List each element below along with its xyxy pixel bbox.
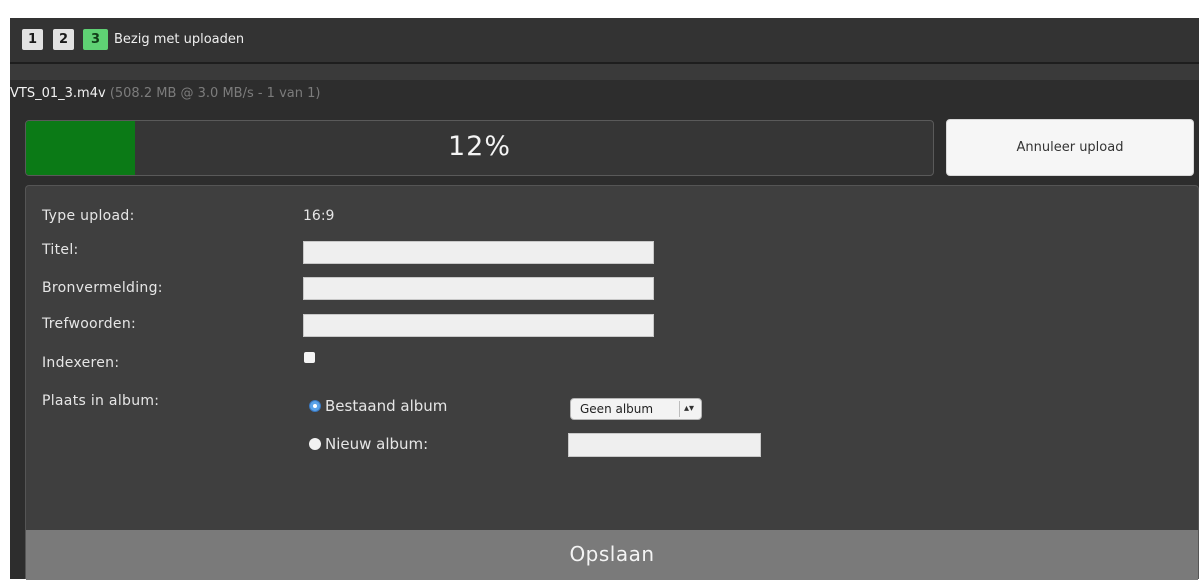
index-label: Indexeren: xyxy=(42,355,120,371)
album-label: Plaats in album: xyxy=(42,393,160,409)
new-album-option-label: Nieuw album: xyxy=(325,435,429,453)
title-input[interactable] xyxy=(303,241,654,264)
cancel-upload-button[interactable]: Annuleer upload xyxy=(946,119,1194,176)
step-indicator-bar: 1 2 3 Bezig met uploaden xyxy=(10,18,1199,64)
title-label: Titel: xyxy=(42,242,79,258)
album-select-value: Geen album xyxy=(580,402,654,416)
new-album-input[interactable] xyxy=(568,433,761,457)
updown-arrows-icon: ▴▾ xyxy=(684,403,695,414)
upload-details-form: Type upload: 16:9 Titel: Bronvermelding:… xyxy=(25,185,1199,580)
step-3-badge-active: 3 xyxy=(83,29,108,50)
upload-type-label: Type upload: xyxy=(42,208,135,224)
keywords-input[interactable] xyxy=(303,314,654,337)
upload-window: 1 2 3 Bezig met uploaden VTS_01_3.m4v (5… xyxy=(10,18,1199,580)
step-2-badge: 2 xyxy=(53,29,74,50)
source-label: Bronvermelding: xyxy=(42,280,163,296)
step-1-badge: 1 xyxy=(22,29,43,50)
save-button[interactable]: Opslaan xyxy=(26,530,1198,580)
album-select[interactable]: Geen album ▴▾ xyxy=(570,398,702,420)
upload-type-value: 16:9 xyxy=(303,208,335,224)
file-meta: (508.2 MB @ 3.0 MB/s - 1 van 1) xyxy=(109,86,321,101)
file-info: VTS_01_3.m4v (508.2 MB @ 3.0 MB/s - 1 va… xyxy=(10,86,320,102)
index-checkbox[interactable] xyxy=(304,352,315,363)
upload-progress-bar: 12% xyxy=(25,120,934,176)
divider-strip xyxy=(10,64,1199,80)
select-divider xyxy=(679,401,680,417)
source-input[interactable] xyxy=(303,277,654,300)
keywords-label: Trefwoorden: xyxy=(42,316,137,332)
new-album-radio[interactable] xyxy=(309,438,321,450)
upload-status-text: Bezig met uploaden xyxy=(114,32,245,47)
file-name: VTS_01_3.m4v xyxy=(10,86,106,101)
existing-album-radio[interactable] xyxy=(309,400,321,412)
existing-album-option-label: Bestaand album xyxy=(325,397,448,415)
upload-progress-percent: 12% xyxy=(447,131,511,162)
